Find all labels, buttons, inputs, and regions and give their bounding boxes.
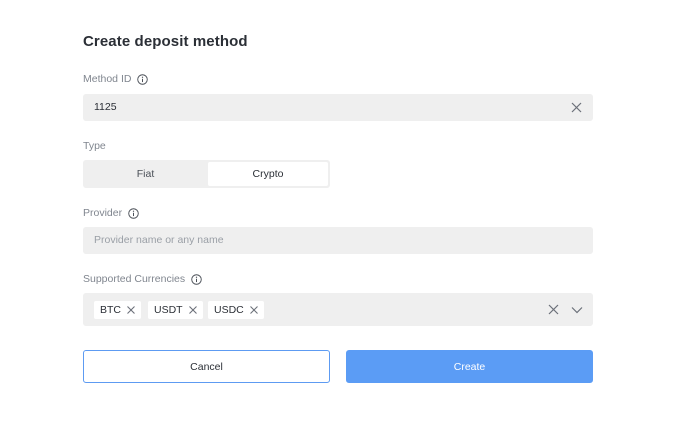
- currencies-dropdown-button[interactable]: [570, 303, 583, 316]
- close-icon: [571, 102, 582, 113]
- method-id-value[interactable]: 1125: [94, 101, 117, 113]
- method-id-label-text: Method ID: [83, 73, 132, 85]
- chevron-down-icon: [571, 306, 582, 313]
- close-icon: [548, 304, 559, 315]
- cancel-button[interactable]: Cancel: [83, 350, 330, 383]
- provider-placeholder[interactable]: Provider name or any name: [94, 234, 224, 246]
- create-deposit-method-dialog: Create deposit method Method ID 1125 Typ…: [83, 0, 593, 431]
- type-option-crypto[interactable]: Crypto: [208, 162, 328, 186]
- type-label: Type: [83, 140, 106, 152]
- info-icon[interactable]: [191, 273, 202, 285]
- clear-currencies-button[interactable]: [547, 303, 560, 316]
- info-icon[interactable]: [128, 207, 139, 219]
- currency-chip-btc: BTC: [94, 301, 141, 319]
- currency-chip-label: USDC: [214, 304, 244, 316]
- type-label-text: Type: [83, 140, 106, 152]
- remove-chip-icon[interactable]: [188, 306, 197, 314]
- currency-chip-label: USDT: [154, 304, 183, 316]
- currencies-label: Supported Currencies: [83, 273, 202, 285]
- provider-field[interactable]: Provider name or any name: [83, 227, 593, 254]
- clear-method-id-button[interactable]: [570, 101, 583, 114]
- method-id-field[interactable]: 1125: [83, 94, 593, 121]
- provider-label: Provider: [83, 207, 139, 219]
- dialog-title: Create deposit method: [83, 33, 248, 50]
- currency-chip-label: BTC: [100, 304, 121, 316]
- provider-label-text: Provider: [83, 207, 123, 219]
- remove-chip-icon[interactable]: [249, 306, 258, 314]
- method-id-label: Method ID: [83, 73, 149, 85]
- currency-chip-usdt: USDT: [148, 301, 203, 319]
- currencies-label-text: Supported Currencies: [83, 273, 186, 285]
- currencies-field[interactable]: BTC USDT USDC: [83, 293, 593, 326]
- currency-chip-usdc: USDC: [208, 301, 264, 319]
- remove-chip-icon[interactable]: [127, 306, 135, 314]
- create-button[interactable]: Create: [346, 350, 593, 383]
- type-option-fiat[interactable]: Fiat: [85, 162, 206, 186]
- type-toggle: Fiat Crypto: [83, 160, 330, 188]
- info-icon[interactable]: [137, 73, 149, 85]
